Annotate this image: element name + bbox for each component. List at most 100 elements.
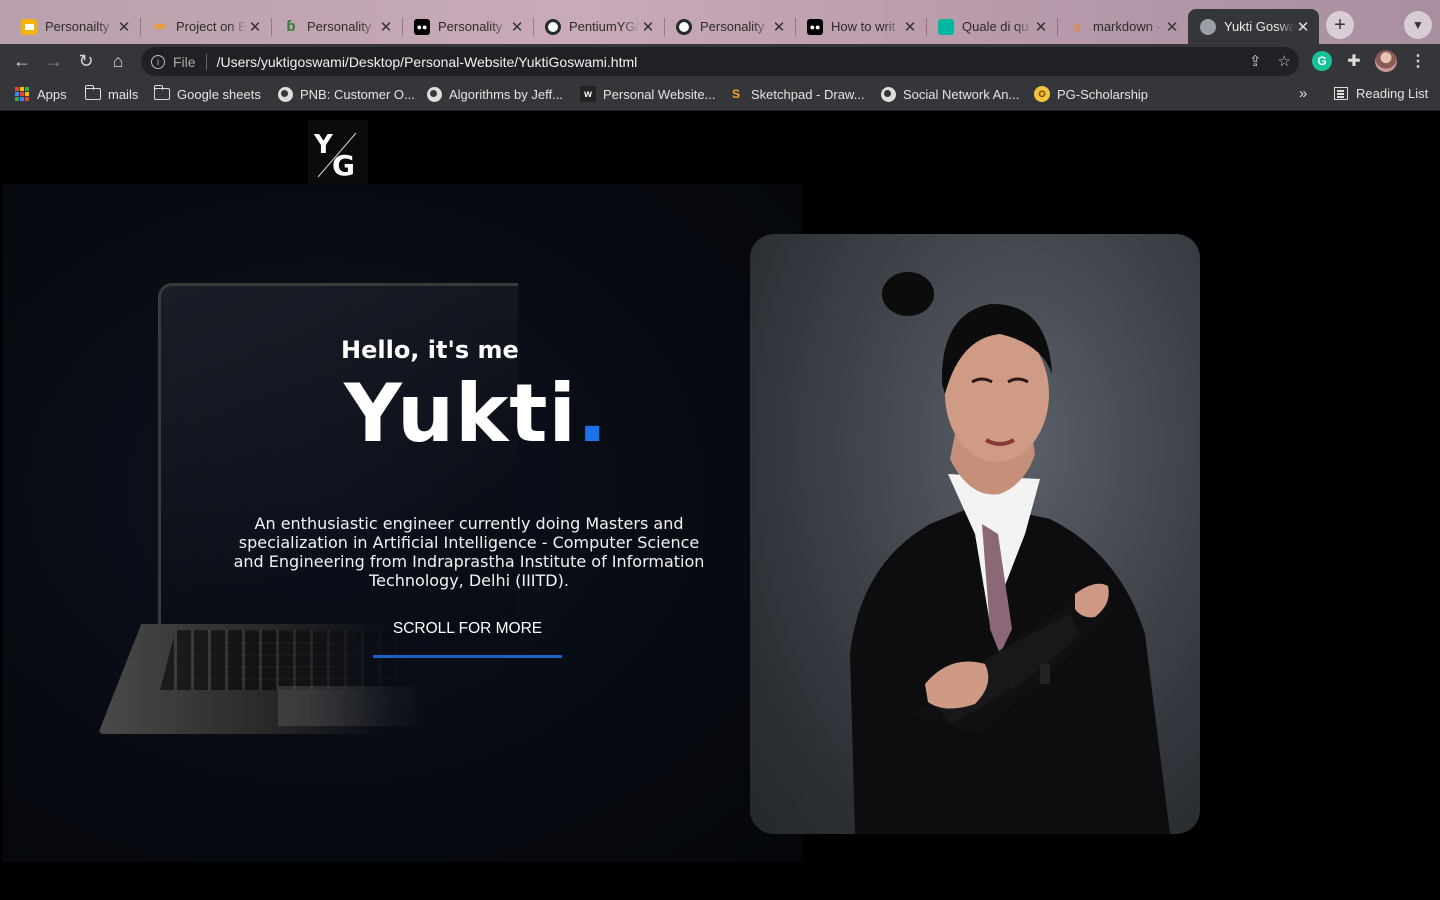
- tab-title: Personality: [438, 19, 503, 34]
- bookmark-mails[interactable]: mails: [84, 85, 139, 102]
- laptop-keyboard: [160, 630, 420, 690]
- tab-pentiumyg[interactable]: PentiumYG/ ✕: [533, 9, 664, 44]
- portrait-watch: [1040, 664, 1050, 684]
- forward-button[interactable]: →: [42, 49, 66, 73]
- tab-title: PentiumYG/: [569, 19, 640, 34]
- globe-icon: [426, 86, 442, 102]
- bookmark-sketchpad[interactable]: S Sketchpad - Draw...: [728, 86, 864, 102]
- tab-title: Quale di qu: [962, 19, 1029, 34]
- bookmark-personal-website[interactable]: w Personal Website...: [580, 86, 715, 102]
- back-button[interactable]: ←: [10, 49, 34, 73]
- star-icon[interactable]: ☆: [1278, 52, 1291, 70]
- portrait-hair-bun: [882, 272, 934, 316]
- bookmark-label: Sketchpad - Draw...: [751, 86, 865, 102]
- grammarly-extension-icon[interactable]: G: [1312, 51, 1332, 71]
- reload-icon: ↻: [78, 50, 94, 71]
- close-icon[interactable]: ✕: [509, 18, 525, 36]
- close-icon[interactable]: ✕: [247, 18, 263, 36]
- tab-title: Yukti Goswa: [1224, 19, 1295, 34]
- tab-search-button[interactable]: ▼: [1404, 11, 1432, 39]
- close-icon[interactable]: ✕: [1033, 18, 1049, 36]
- tab-personailty[interactable]: Personailty ✕: [9, 9, 140, 44]
- close-icon[interactable]: ✕: [378, 18, 394, 36]
- extensions-icon[interactable]: ✚: [1344, 49, 1364, 73]
- tab-strip: Personailty ✕ ∞ Project on E ✕ ɓ Persona…: [0, 0, 1440, 44]
- avatar[interactable]: [1375, 50, 1397, 72]
- scroll-underline: [373, 655, 562, 658]
- yg-logo-icon: Y G: [313, 130, 358, 182]
- tab-markdown[interactable]: ≡ markdown - ✕: [1057, 9, 1188, 44]
- tab-title: Personality: [307, 19, 372, 34]
- github-icon: [676, 18, 692, 35]
- reading-list-button[interactable]: Reading List: [1334, 86, 1428, 101]
- tab-title: How to writ: [831, 19, 896, 34]
- close-icon[interactable]: ✕: [116, 18, 132, 36]
- bookmark-label: Algorithms by Jeff...: [449, 86, 563, 102]
- site-logo[interactable]: Y G: [308, 120, 368, 186]
- bookmark-label: Google sheets: [177, 86, 261, 102]
- arrow-left-icon: ←: [13, 50, 31, 71]
- bookmark-label: mails: [108, 86, 139, 102]
- logo-letter-y: Y: [313, 130, 334, 160]
- tab-personality-medium[interactable]: ●● Personality ✕: [402, 9, 533, 44]
- tab-title: markdown -: [1093, 19, 1161, 34]
- address-bar[interactable]: i File /Users/yuktigoswami/Desktop/Perso…: [141, 47, 1299, 76]
- more-bookmarks-button[interactable]: »: [1299, 85, 1307, 102]
- close-icon[interactable]: ✕: [1295, 18, 1311, 36]
- menu-icon[interactable]: ⋮: [1408, 49, 1428, 73]
- home-icon: ⌂: [112, 50, 124, 71]
- bookmarks-bar: Apps mails Google sheets PNB: Customer O…: [0, 78, 1440, 111]
- leaf-icon: ɓ: [286, 18, 296, 35]
- bookmark-label: Personal Website...: [603, 86, 716, 102]
- globe-icon: [880, 86, 896, 102]
- bookmark-label: Apps: [37, 86, 67, 102]
- bookmark-apps[interactable]: Apps: [14, 86, 67, 102]
- tab-personality-leaf[interactable]: ɓ Personality ✕: [271, 9, 402, 44]
- hero-bio: An enthusiastic engineer currently doing…: [233, 514, 705, 590]
- github-icon: [545, 18, 561, 35]
- wix-icon: w: [580, 86, 596, 102]
- bookmark-social-network[interactable]: Social Network An...: [880, 86, 1019, 102]
- new-tab-button[interactable]: +: [1326, 11, 1354, 39]
- apps-grid-icon: [14, 86, 30, 102]
- sketchpad-icon: S: [731, 87, 740, 101]
- bookmark-google-sheets[interactable]: Google sheets: [153, 85, 261, 102]
- close-icon[interactable]: ✕: [771, 18, 787, 36]
- tab-quale[interactable]: Quale di qu ✕: [926, 9, 1057, 44]
- bookmark-label: Social Network An...: [903, 86, 1020, 102]
- share-icon[interactable]: ⇪: [1249, 52, 1262, 70]
- url-scheme: File: [173, 53, 196, 70]
- bookmark-algorithms[interactable]: Algorithms by Jeff...: [426, 86, 563, 102]
- close-icon[interactable]: ✕: [640, 18, 656, 36]
- home-button[interactable]: ⌂: [106, 49, 130, 73]
- infinity-icon: ∞: [154, 17, 166, 35]
- close-icon[interactable]: ✕: [1164, 18, 1180, 36]
- portrait-illustration: [850, 272, 1170, 834]
- browser-toolbar: ← → ↻ ⌂ i File /Users/yuktigoswami/Deskt…: [0, 44, 1440, 78]
- folder-icon: [84, 85, 101, 102]
- profile-photo: [750, 234, 1200, 834]
- reading-list-icon: [1334, 87, 1348, 100]
- tab-yukti-goswami[interactable]: Yukti Goswa ✕: [1188, 9, 1319, 44]
- close-icon[interactable]: ✕: [902, 18, 918, 36]
- url-text[interactable]: /Users/yuktigoswami/Desktop/Personal-Web…: [217, 54, 638, 70]
- tab-personality-github[interactable]: Personality ✕: [664, 9, 795, 44]
- folder-icon: [153, 85, 170, 102]
- tab-title: Personailty: [45, 19, 110, 34]
- tab-project[interactable]: ∞ Project on E ✕: [140, 9, 271, 44]
- emblem-icon: ✪: [1034, 86, 1050, 102]
- stackoverflow-icon: ≡: [1072, 18, 1082, 35]
- globe-icon: [1200, 18, 1216, 35]
- info-icon[interactable]: i: [151, 54, 165, 69]
- tab-how-to-write[interactable]: ●● How to writ ✕: [795, 9, 926, 44]
- bookmark-pg-scholarship[interactable]: ✪ PG-Scholarship: [1034, 86, 1148, 102]
- reload-button[interactable]: ↻: [74, 49, 98, 73]
- web-page: Y G Hello, it's me Yukti. An enthusiasti…: [0, 112, 1440, 900]
- hero-name-dot: .: [576, 367, 609, 460]
- reading-list-label: Reading List: [1356, 86, 1429, 101]
- scroll-for-more-link[interactable]: SCROLL FOR MORE: [373, 620, 562, 638]
- globe-icon: [277, 86, 293, 102]
- hero-greeting: Hello, it's me: [341, 336, 519, 364]
- tab-title: Project on E: [176, 19, 247, 34]
- bookmark-pnb[interactable]: PNB: Customer O...: [277, 86, 415, 102]
